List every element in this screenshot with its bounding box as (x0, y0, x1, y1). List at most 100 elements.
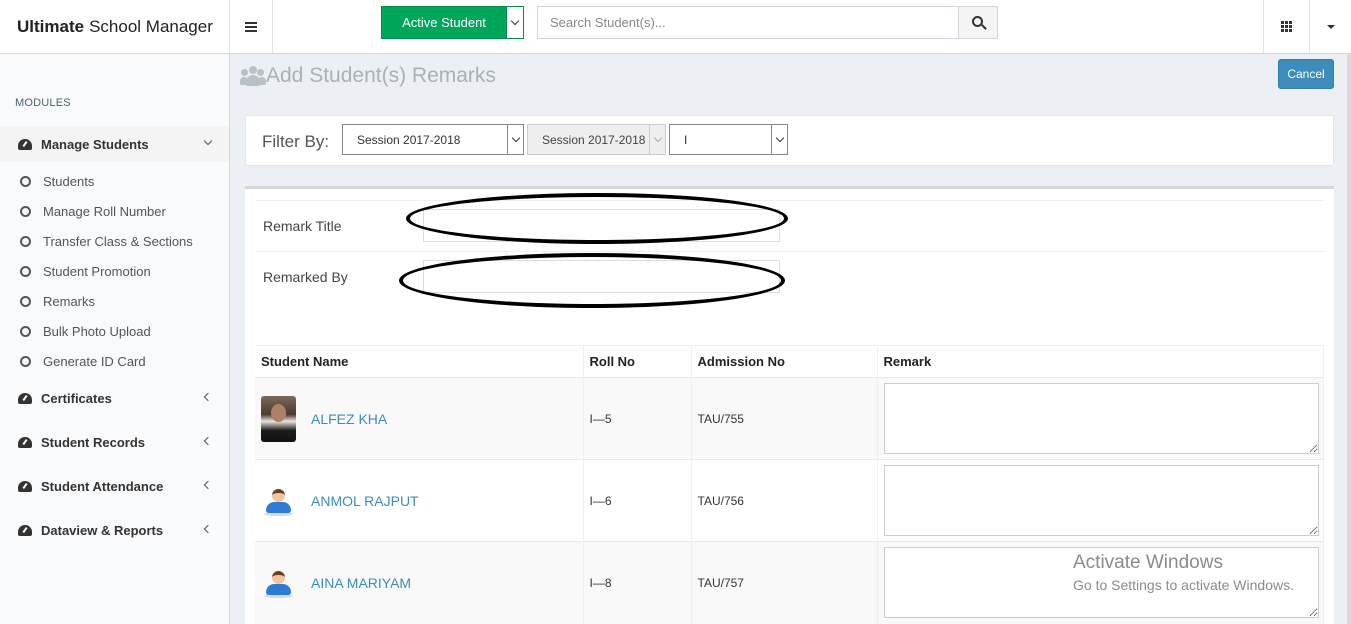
dashboard-icon (18, 524, 32, 536)
active-student-dropdown-toggle[interactable] (506, 7, 523, 38)
student-name-link[interactable]: ANMOL RAJPUT (311, 493, 419, 509)
page-scrollbar[interactable] (1347, 54, 1351, 624)
sidebar-subitem-generate-id-card[interactable]: Generate ID Card (0, 346, 229, 376)
sidebar-item-label: Certificates (41, 390, 112, 406)
admission-no-cell: TAU/757 (691, 541, 878, 624)
sidebar-section-label: MODULES (15, 97, 71, 109)
sidebar-subitem-label: Transfer Class & Sections (43, 233, 193, 249)
chevron-left-icon (203, 480, 213, 490)
session-select-disabled: Session 2017-2018 (527, 124, 666, 155)
sidebar: MODULES Manage Students Students Manage … (0, 54, 230, 624)
sidebar-item-dataview-reports[interactable]: Dataview & Reports (0, 512, 229, 548)
sidebar-subitem-label: Bulk Photo Upload (43, 323, 151, 339)
remarks-form-panel: Remark Title Remarked By Student Name Ro… (245, 186, 1334, 624)
roll-no-cell: I—5 (583, 377, 692, 460)
circle-icon (20, 295, 31, 307)
sidebar-subitem-manage-roll-number[interactable]: Manage Roll Number (0, 196, 229, 226)
column-header-roll-no: Roll No (583, 345, 692, 378)
remark-cell (877, 377, 1324, 460)
session-select-disabled-value: Session 2017-2018 (542, 132, 646, 147)
remark-title-label: Remark Title (263, 218, 342, 234)
search-button[interactable] (958, 7, 997, 38)
sidebar-item-student-attendance[interactable]: Student Attendance (0, 468, 229, 504)
remark-textarea[interactable] (883, 465, 1319, 536)
sidebar-subitem-label: Remarks (43, 293, 96, 309)
admission-no-cell: TAU/756 (691, 459, 878, 542)
remarked-by-label: Remarked By (263, 269, 348, 285)
table-header-row: Student Name Roll No Admission No Remark (255, 345, 1324, 378)
top-navbar: Ultimate School Manager Active Student (0, 0, 1351, 54)
chevron-down-icon (775, 133, 784, 143)
user-menu-dropdown[interactable] (1309, 0, 1351, 53)
circle-icon (20, 175, 31, 187)
sidebar-item-label: Manage Students (41, 136, 149, 152)
admission-no-cell: TAU/755 (691, 377, 878, 460)
student-name-link[interactable]: AINA MARIYAM (311, 575, 411, 591)
students-table: Student Name Roll No Admission No Remark… (255, 345, 1324, 624)
grid-icon (1281, 21, 1292, 32)
hamburger-icon (245, 21, 257, 32)
sidebar-item-manage-students[interactable]: Manage Students (0, 126, 229, 162)
chevron-down-icon (511, 133, 520, 143)
sidebar-item-label: Student Attendance (41, 478, 164, 494)
page-title-text: Add Student(s) Remarks (266, 64, 496, 87)
student-photo (261, 395, 296, 442)
remark-title-input[interactable] (423, 209, 780, 242)
sidebar-subitem-transfer-class-sections[interactable]: Transfer Class & Sections (0, 226, 229, 256)
class-select-value: I (684, 132, 688, 147)
dashboard-icon (18, 138, 32, 150)
active-student-button[interactable]: Active Student (381, 6, 524, 39)
search-input[interactable] (538, 7, 958, 38)
remark-textarea[interactable] (883, 547, 1319, 619)
circle-icon (20, 325, 31, 337)
student-name-cell: ALFEZ KHA (255, 377, 584, 460)
filter-label: Filter By: (262, 132, 330, 151)
sidebar-item-label: Dataview & Reports (41, 522, 164, 538)
session-select[interactable]: Session 2017-2018 (342, 124, 524, 155)
sidebar-subitem-bulk-photo-upload[interactable]: Bulk Photo Upload (0, 316, 229, 346)
remarked-by-row: Remarked By (255, 251, 1324, 302)
chevron-left-icon (203, 436, 213, 446)
cancel-button[interactable]: Cancel (1278, 59, 1334, 89)
column-header-admission-no: Admission No (691, 345, 878, 378)
remark-textarea[interactable] (883, 383, 1319, 454)
dashboard-icon (18, 392, 32, 404)
student-name-link[interactable]: ALFEZ KHA (311, 411, 387, 427)
sidebar-item-label: Student Records (41, 434, 146, 450)
sidebar-subitem-student-promotion[interactable]: Student Promotion (0, 256, 229, 286)
class-select[interactable]: I (669, 124, 788, 155)
table-row: ANMOL RAJPUT I—6 TAU/756 (255, 459, 1324, 542)
sidebar-toggle-button[interactable] (230, 0, 273, 53)
sidebar-subitem-label: Manage Roll Number (43, 203, 166, 219)
chevron-left-icon (203, 392, 213, 402)
brand-bold: Ultimate (17, 16, 85, 36)
circle-icon (20, 205, 31, 217)
sidebar-item-certificates[interactable]: Certificates (0, 380, 229, 416)
column-header-remark: Remark (877, 345, 1324, 378)
active-student-label: Active Student (402, 15, 486, 30)
chevron-down-icon (510, 16, 520, 26)
circle-icon (20, 355, 31, 367)
remarked-by-input[interactable] (423, 260, 780, 293)
filter-panel: Filter By: Session 2017-2018 Session 201… (245, 115, 1334, 166)
remark-cell (877, 459, 1324, 542)
table-row: AINA MARIYAM I—8 TAU/757 (255, 541, 1324, 624)
sidebar-item-student-records[interactable]: Student Records (0, 424, 229, 460)
sidebar-subitem-label: Generate ID Card (43, 353, 146, 369)
remark-title-row: Remark Title (255, 200, 1324, 251)
apps-grid-button[interactable] (1263, 0, 1309, 53)
sidebar-subitem-remarks[interactable]: Remarks (0, 286, 229, 316)
brand-rest: School Manager (89, 16, 213, 36)
student-search (537, 6, 998, 39)
sidebar-subitem-label: Students (43, 173, 95, 189)
search-icon (971, 16, 983, 27)
dashboard-icon (18, 436, 32, 448)
manage-students-submenu: Students Manage Roll Number Transfer Cla… (0, 166, 229, 376)
session-select-value: Session 2017-2018 (357, 132, 461, 147)
users-icon (240, 65, 266, 87)
brand-logo[interactable]: Ultimate School Manager (0, 0, 230, 53)
circle-icon (20, 265, 31, 277)
circle-icon (20, 235, 31, 247)
sidebar-subitem-students[interactable]: Students (0, 166, 229, 196)
roll-no-cell: I—6 (583, 459, 692, 542)
